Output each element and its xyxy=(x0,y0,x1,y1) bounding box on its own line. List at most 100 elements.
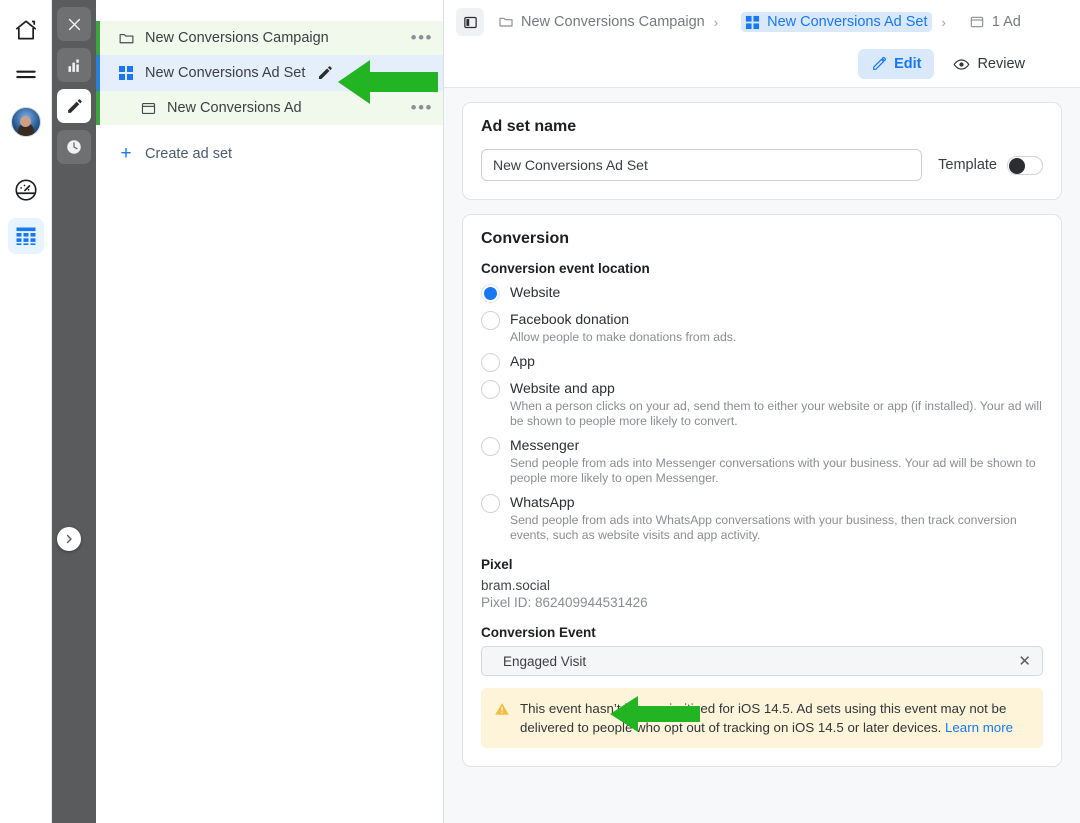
template-toggle[interactable] xyxy=(1007,155,1043,175)
menu-icon[interactable] xyxy=(8,58,44,94)
tree-row-campaign[interactable]: New Conversions Campaign ••• xyxy=(96,21,443,55)
radio-whatsapp[interactable] xyxy=(481,494,500,513)
radio-whatsapp-title: WhatsApp xyxy=(510,494,575,510)
adset-label: New Conversions Ad Set xyxy=(145,65,306,81)
create-ad-set-label: Create ad set xyxy=(145,146,233,162)
main-area: New Conversions Campaign › New Conversio… xyxy=(444,0,1080,823)
pixel-id: Pixel ID: 862409944531426 xyxy=(481,595,648,610)
radio-app-text: App xyxy=(510,352,1043,372)
ad-window-icon xyxy=(138,100,158,117)
radio-facebook-donation-title: Facebook donation xyxy=(510,311,630,327)
edit-button-label: Edit xyxy=(894,56,922,72)
ad-label: New Conversions Ad xyxy=(167,100,302,116)
campaign-menu-button[interactable]: ••• xyxy=(411,29,433,46)
left-icon-rail xyxy=(0,0,52,823)
expand-panel-button[interactable] xyxy=(57,527,81,551)
radio-website-and-app[interactable] xyxy=(481,380,500,399)
radio-option-facebook-donation[interactable]: Facebook donation Allow people to make d… xyxy=(481,310,1043,345)
conversion-event-value: Engaged Visit xyxy=(503,653,587,669)
breadcrumb-ad-label: 1 Ad xyxy=(991,14,1021,30)
breadcrumb-adset[interactable]: New Conversions Ad Set xyxy=(741,12,933,32)
radio-website-text: Website xyxy=(510,283,1043,303)
edit-button[interactable]: Edit xyxy=(858,49,935,79)
ios-warning-banner: This event hasn’t been prioritized for i… xyxy=(481,688,1043,748)
adset-grid-icon xyxy=(116,65,136,81)
campaign-tree-panel: New Conversions Campaign ••• New Convers… xyxy=(96,0,444,823)
adset-grid-icon xyxy=(745,15,760,30)
radio-option-website-and-app[interactable]: Website and app When a person clicks on … xyxy=(481,379,1043,429)
adset-edit-pencil-icon[interactable] xyxy=(317,65,333,81)
dark-tool-rail xyxy=(52,0,96,823)
conversion-heading: Conversion xyxy=(481,230,570,247)
campaign-label: New Conversions Campaign xyxy=(145,30,329,46)
radio-option-messenger[interactable]: Messenger Send people from ads into Mess… xyxy=(481,436,1043,486)
top-bar: New Conversions Campaign › New Conversio… xyxy=(444,0,1080,88)
review-button[interactable]: Review xyxy=(940,49,1038,79)
warning-triangle-icon xyxy=(494,699,510,737)
pixel-name: bram.social xyxy=(481,578,551,593)
conversion-event-heading: Conversion Event xyxy=(481,625,596,640)
ad-set-name-card: Ad set name New Conversions Ad Set Templ… xyxy=(462,102,1062,200)
radio-option-website[interactable]: Website xyxy=(481,283,1043,303)
conversion-event-select[interactable]: Engaged Visit ✕ xyxy=(481,646,1043,676)
radio-app-title: App xyxy=(510,353,535,369)
campaign-accent-bar xyxy=(96,21,100,55)
review-button-label: Review xyxy=(977,56,1025,72)
template-toggle-group: Template xyxy=(938,155,1043,175)
radio-messenger-text: Messenger Send people from ads into Mess… xyxy=(510,436,1043,486)
radio-facebook-donation-text: Facebook donation Allow people to make d… xyxy=(510,310,1043,345)
radio-website-and-app-text: Website and app When a person clicks on … xyxy=(510,379,1043,429)
radio-website-title: Website xyxy=(510,284,561,300)
tree-row-adset[interactable]: New Conversions Ad Set xyxy=(96,55,443,91)
dashboard-icon[interactable] xyxy=(8,172,44,208)
tree-row-ad[interactable]: New Conversions Ad ••• xyxy=(96,91,443,125)
radio-messenger-desc: Send people from ads into Messenger conv… xyxy=(510,456,1036,485)
radio-option-whatsapp[interactable]: WhatsApp Send people from ads into Whats… xyxy=(481,493,1043,543)
avatar[interactable] xyxy=(8,104,44,140)
conversion-card: Conversion Conversion event location Web… xyxy=(462,214,1062,767)
ad-set-name-row: New Conversions Ad Set Template xyxy=(481,149,1043,181)
chart-bar-icon[interactable] xyxy=(57,48,91,82)
radio-website-and-app-title: Website and app xyxy=(510,380,615,396)
folder-icon xyxy=(116,30,136,47)
ad-accent-bar xyxy=(96,91,100,125)
radio-messenger-title: Messenger xyxy=(510,437,580,453)
ad-set-name-heading: Ad set name xyxy=(481,118,577,135)
radio-messenger[interactable] xyxy=(481,437,500,456)
ad-set-name-input[interactable]: New Conversions Ad Set xyxy=(481,149,923,181)
ad-menu-button[interactable]: ••• xyxy=(411,99,433,116)
action-buttons: Edit Review xyxy=(444,44,1080,84)
plus-icon: + xyxy=(120,143,132,164)
warning-text: This event hasn’t been prioritized for i… xyxy=(520,699,1030,737)
clear-icon[interactable]: ✕ xyxy=(1018,652,1031,670)
radio-website[interactable] xyxy=(481,284,500,303)
close-icon[interactable] xyxy=(57,7,91,41)
clock-icon[interactable] xyxy=(57,130,91,164)
ad-window-icon xyxy=(969,14,985,30)
radio-whatsapp-text: WhatsApp Send people from ads into Whats… xyxy=(510,493,1043,543)
radio-facebook-donation-desc: Allow people to make donations from ads. xyxy=(510,330,737,344)
create-ad-set-button[interactable]: + Create ad set xyxy=(96,137,443,171)
learn-more-link[interactable]: Learn more xyxy=(945,720,1013,735)
settings-scroll-area[interactable]: Ad set name New Conversions Ad Set Templ… xyxy=(444,88,1080,823)
panel-toggle-icon[interactable] xyxy=(456,8,484,36)
breadcrumb-campaign-label: New Conversions Campaign xyxy=(521,14,705,30)
avatar-image xyxy=(10,107,41,137)
toggle-knob xyxy=(1009,157,1025,174)
breadcrumb-adset-label: New Conversions Ad Set xyxy=(767,14,928,30)
radio-website-and-app-desc: When a person clicks on your ad, send th… xyxy=(510,399,1042,428)
pencil-icon[interactable] xyxy=(57,89,91,123)
radio-whatsapp-desc: Send people from ads into WhatsApp conve… xyxy=(510,513,1017,542)
home-icon[interactable] xyxy=(8,12,44,48)
radio-app[interactable] xyxy=(481,353,500,372)
grid-table-icon[interactable] xyxy=(7,218,44,254)
breadcrumb-ad[interactable]: 1 Ad xyxy=(969,14,1021,30)
radio-facebook-donation[interactable] xyxy=(481,311,500,330)
adset-accent-bar xyxy=(96,55,100,91)
radio-option-app[interactable]: App xyxy=(481,352,1043,372)
breadcrumb: New Conversions Campaign › New Conversio… xyxy=(444,0,1080,44)
conversion-event-location-label: Conversion event location xyxy=(481,261,650,276)
template-label: Template xyxy=(938,157,997,173)
breadcrumb-separator-2: › xyxy=(941,14,946,30)
breadcrumb-campaign[interactable]: New Conversions Campaign xyxy=(498,14,705,30)
